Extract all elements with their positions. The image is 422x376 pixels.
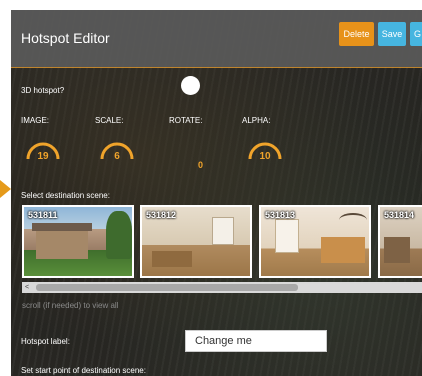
header-divider (11, 67, 422, 68)
furniture-image (384, 237, 410, 263)
window-image (212, 217, 234, 245)
scroll-hint: scroll (if needed) to view all (22, 301, 119, 310)
orange-arrow-marker (0, 180, 11, 198)
scene-thumb-531812[interactable]: 531812 (140, 205, 252, 278)
alpha-value: 10 (259, 151, 271, 162)
go-button[interactable]: G (410, 22, 422, 46)
scene-thumbnail-strip: 531811 531812 531813 531814 (22, 205, 422, 281)
shelf-image (321, 237, 365, 263)
scale-label: SCALE: (95, 116, 124, 125)
delete-button[interactable]: Delete (339, 22, 374, 46)
branch-decor-image (339, 213, 367, 227)
scene-thumb-531814[interactable]: 531814 (378, 205, 422, 278)
save-button[interactable]: Save (378, 22, 406, 46)
scale-value: 6 (114, 151, 120, 162)
editor-title: Hotspot Editor (21, 30, 110, 46)
image-gauge[interactable]: 19 (24, 135, 62, 162)
door-image (275, 219, 299, 253)
scene-id-label: 531813 (265, 210, 296, 220)
scrollbar-thumb[interactable] (36, 284, 298, 291)
hotspot-editor-panel: Hotspot Editor Delete Save G 3D hotspot?… (11, 10, 422, 376)
hotspot-label-input[interactable] (185, 330, 327, 352)
scene-select-heading: Select destination scene: (21, 191, 110, 200)
scene-thumb-531813[interactable]: 531813 (259, 205, 371, 278)
rotate-value[interactable]: 0 (198, 160, 203, 170)
scene-id-label: 531814 (384, 210, 415, 220)
chevron-left-icon[interactable]: < (25, 284, 29, 291)
start-point-heading: Set start point of destination scene: (21, 366, 146, 375)
scene-id-label: 531811 (28, 210, 58, 220)
roof-image (32, 223, 92, 231)
scene-thumb-531811[interactable]: 531811 (22, 205, 134, 278)
hotspot-label-heading: Hotspot label: (21, 337, 70, 346)
rotate-label: ROTATE: (169, 116, 203, 125)
image-value: 19 (37, 151, 49, 162)
scene-id-label: 531812 (146, 210, 177, 220)
hotspot-3d-toggle[interactable] (181, 76, 200, 95)
image-label: IMAGE: (21, 116, 50, 125)
scene-scrollbar[interactable]: < (22, 282, 422, 293)
scale-gauge[interactable]: 6 (98, 135, 136, 162)
tree-image (106, 211, 132, 259)
alpha-gauge[interactable]: 10 (246, 135, 284, 162)
house-image (36, 229, 88, 259)
hotspot-3d-label: 3D hotspot? (21, 86, 65, 95)
furniture-image (152, 251, 192, 267)
editor-header: Hotspot Editor Delete Save G (11, 10, 422, 67)
alpha-label: ALPHA: (242, 116, 271, 125)
